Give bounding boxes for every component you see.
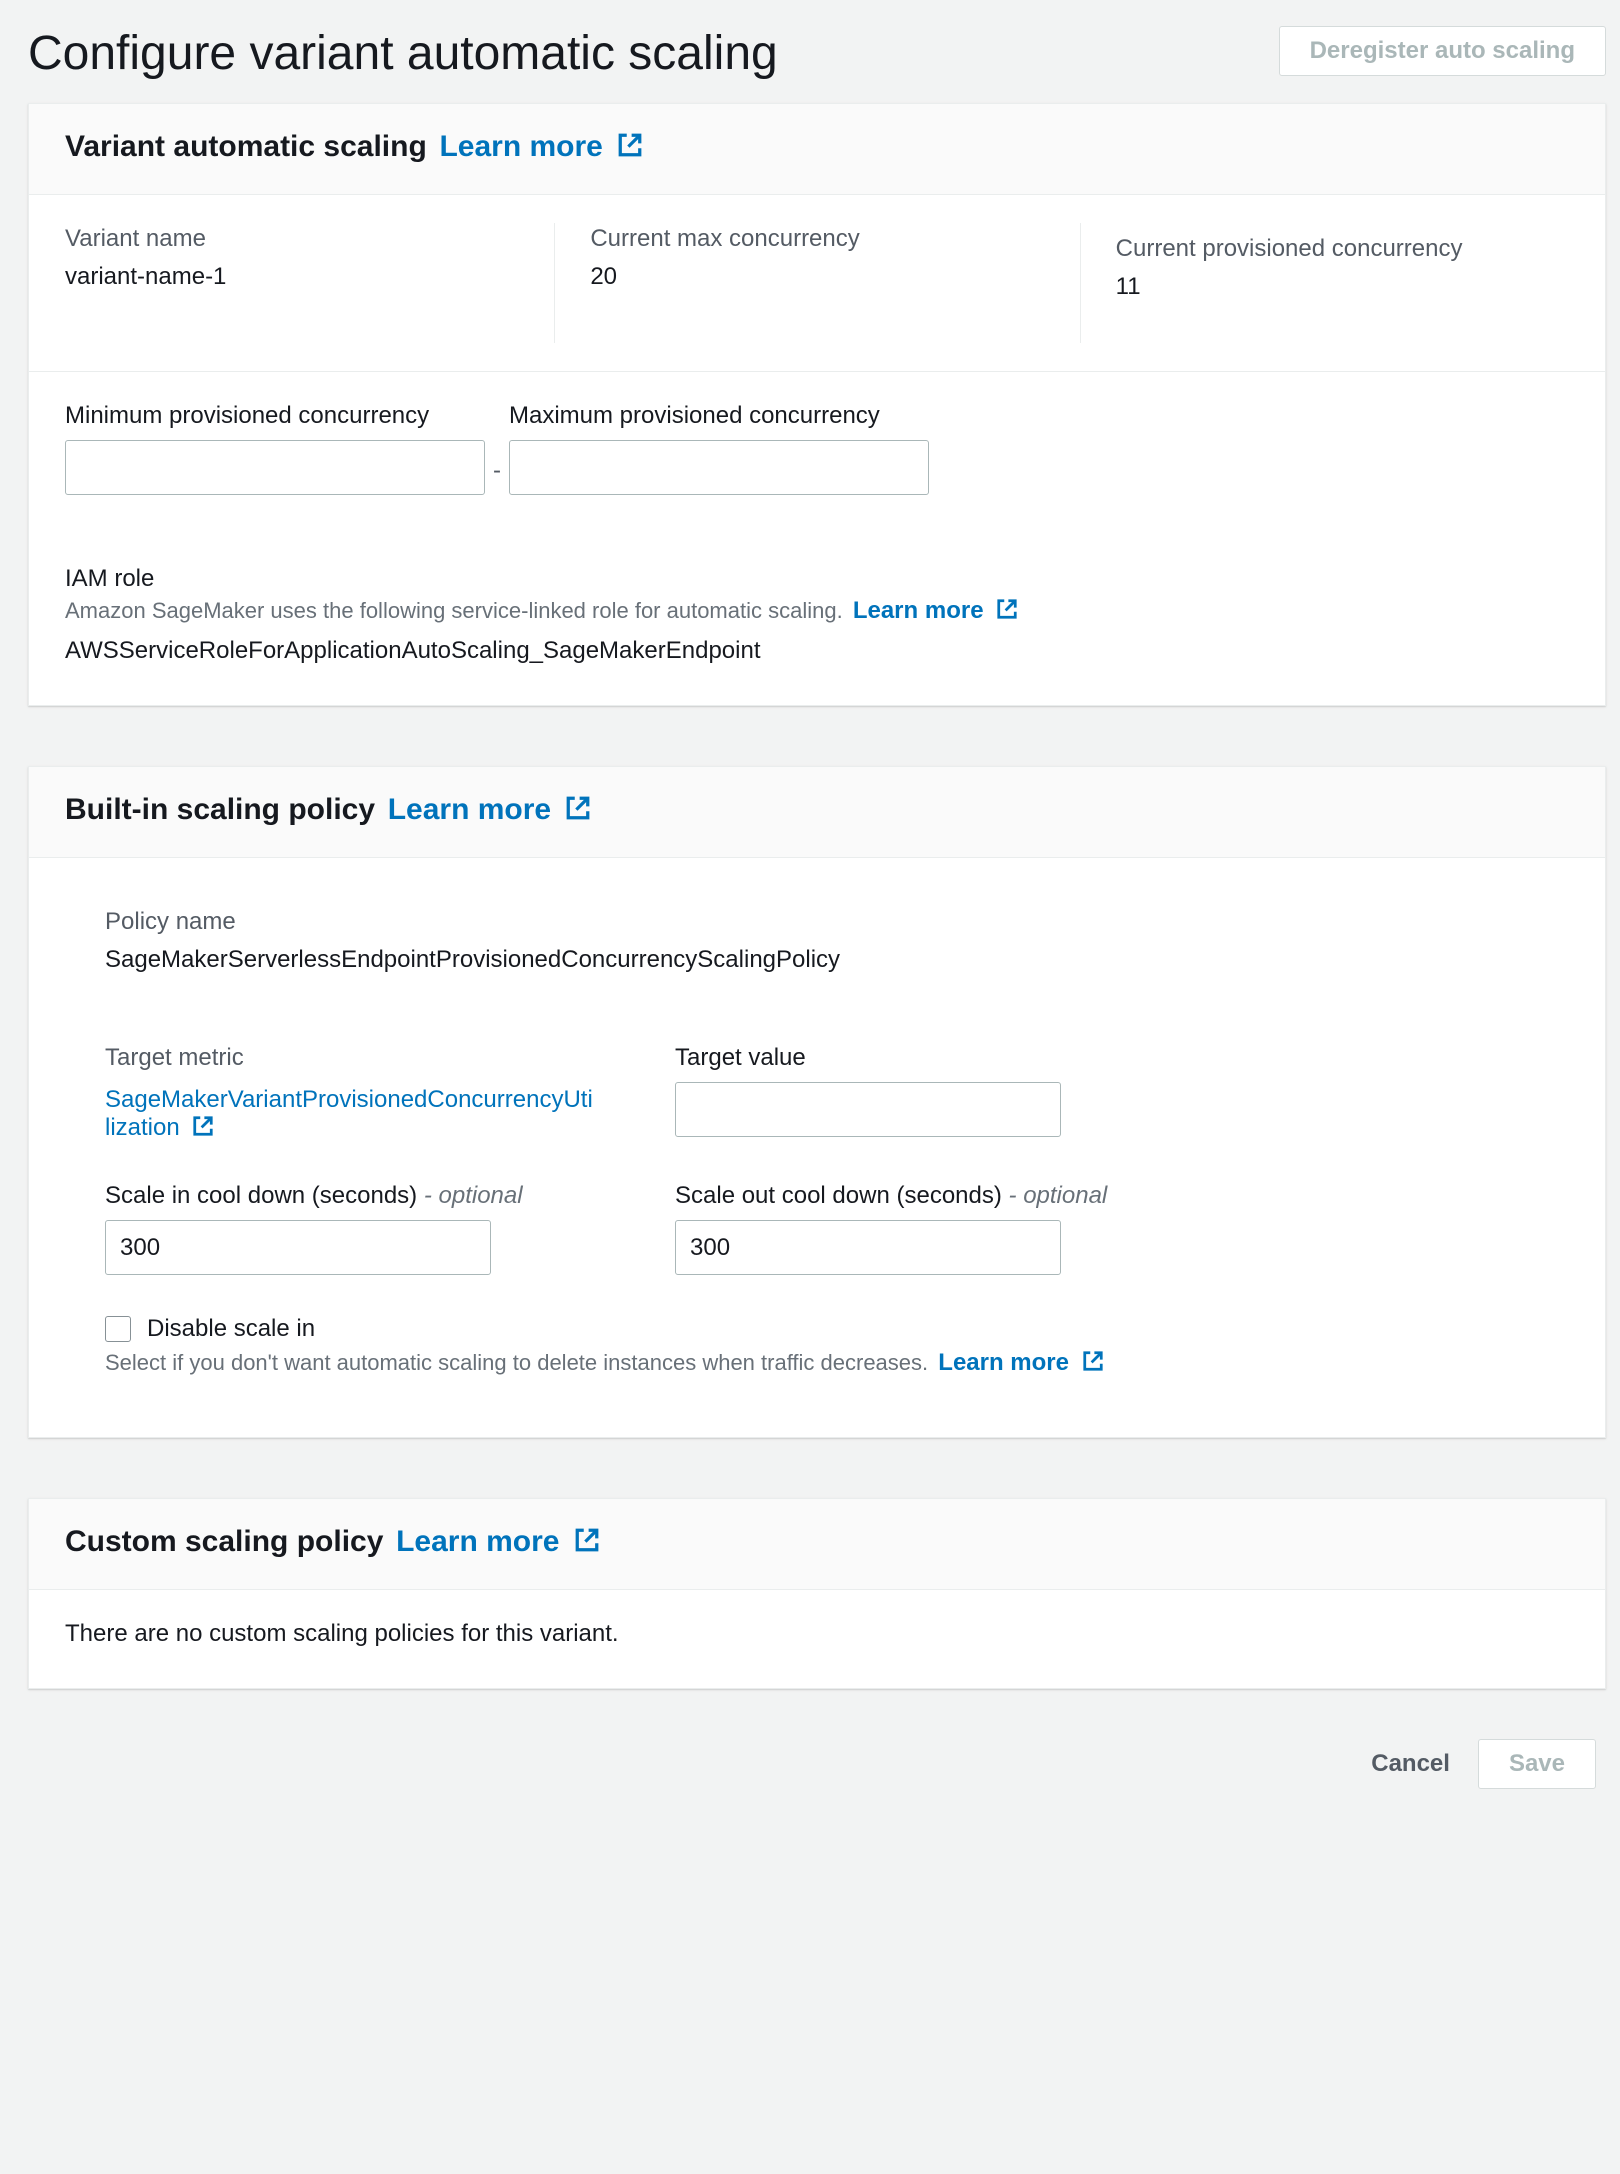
learn-more-label: Learn more <box>396 1525 559 1558</box>
external-link-icon <box>192 1115 214 1137</box>
custom-learn-more-link[interactable]: Learn more <box>396 1525 600 1558</box>
external-link-icon <box>996 598 1018 620</box>
scale-out-label-text: Scale out cool down (seconds) <box>675 1182 1002 1209</box>
custom-scaling-panel: Custom scaling policy Learn more There a… <box>28 1498 1606 1689</box>
builtin-scaling-title: Built-in scaling policy <box>65 793 375 826</box>
iam-role-value: AWSServiceRoleForApplicationAutoScaling_… <box>65 637 1569 665</box>
learn-more-label: Learn more <box>388 793 551 826</box>
scale-out-cooldown-label: Scale out cool down (seconds) - optional <box>675 1182 1165 1210</box>
iam-role-title: IAM role <box>65 565 1569 593</box>
current-max-concurrency-value: 20 <box>590 263 1043 291</box>
external-link-icon <box>565 795 591 821</box>
current-max-concurrency-label: Current max concurrency <box>590 225 1043 253</box>
cancel-button[interactable]: Cancel <box>1371 1750 1450 1778</box>
scale-out-cooldown-input[interactable] <box>675 1220 1061 1275</box>
current-provisioned-concurrency-value: 11 <box>1116 273 1569 301</box>
learn-more-label: Learn more <box>439 130 602 163</box>
variant-scaling-panel: Variant automatic scaling Learn more Var… <box>28 103 1606 706</box>
external-link-icon <box>574 1527 600 1553</box>
iam-role-desc: Amazon SageMaker uses the following serv… <box>65 598 843 623</box>
max-provisioned-concurrency-input[interactable] <box>509 440 929 495</box>
min-provisioned-concurrency-input[interactable] <box>65 440 485 495</box>
range-dash: - <box>485 457 509 495</box>
deregister-auto-scaling-button[interactable]: Deregister auto scaling <box>1279 26 1606 76</box>
optional-text: - optional <box>1009 1182 1108 1209</box>
disable-scale-in-label: Disable scale in <box>147 1315 315 1343</box>
save-button[interactable]: Save <box>1478 1739 1596 1789</box>
builtin-scaling-panel: Built-in scaling policy Learn more Polic… <box>28 766 1606 1438</box>
builtin-learn-more-link[interactable]: Learn more <box>388 793 592 826</box>
target-metric-link[interactable]: SageMakerVariantProvisionedConcurrencyUt… <box>105 1086 593 1141</box>
policy-name-label: Policy name <box>105 908 1529 936</box>
optional-text: - optional <box>424 1182 523 1209</box>
policy-name-value: SageMakerServerlessEndpointProvisionedCo… <box>105 946 1529 974</box>
target-value-input[interactable] <box>675 1082 1061 1137</box>
variant-scaling-title: Variant automatic scaling <box>65 130 427 163</box>
learn-more-label: Learn more <box>853 597 984 624</box>
min-provisioned-concurrency-label: Minimum provisioned concurrency <box>65 402 485 430</box>
target-metric-label: Target metric <box>105 1044 595 1072</box>
target-value-label: Target value <box>675 1044 1165 1072</box>
external-link-icon <box>1082 1350 1104 1372</box>
scale-in-cooldown-input[interactable] <box>105 1220 491 1275</box>
disable-scale-in-learn-more-link[interactable]: Learn more <box>938 1349 1103 1376</box>
external-link-icon <box>617 132 643 158</box>
disable-scale-in-checkbox[interactable] <box>105 1316 131 1342</box>
variant-name-label: Variant name <box>65 225 518 253</box>
scale-in-cooldown-label: Scale in cool down (seconds) - optional <box>105 1182 595 1210</box>
page-title: Configure variant automatic scaling <box>28 26 778 81</box>
max-provisioned-concurrency-label: Maximum provisioned concurrency <box>509 402 929 430</box>
custom-scaling-title: Custom scaling policy <box>65 1525 383 1558</box>
no-custom-policies-text: There are no custom scaling policies for… <box>65 1620 1569 1648</box>
variant-name-value: variant-name-1 <box>65 263 518 291</box>
scale-in-label-text: Scale in cool down (seconds) <box>105 1182 417 1209</box>
variant-scaling-learn-more-link[interactable]: Learn more <box>439 130 643 163</box>
current-provisioned-concurrency-label: Current provisioned concurrency <box>1116 235 1569 263</box>
target-metric-value: SageMakerVariantProvisionedConcurrencyUt… <box>105 1086 593 1141</box>
iam-learn-more-link[interactable]: Learn more <box>853 597 1018 624</box>
disable-scale-in-help: Select if you don't want automatic scali… <box>105 1350 928 1375</box>
learn-more-label: Learn more <box>938 1349 1069 1376</box>
